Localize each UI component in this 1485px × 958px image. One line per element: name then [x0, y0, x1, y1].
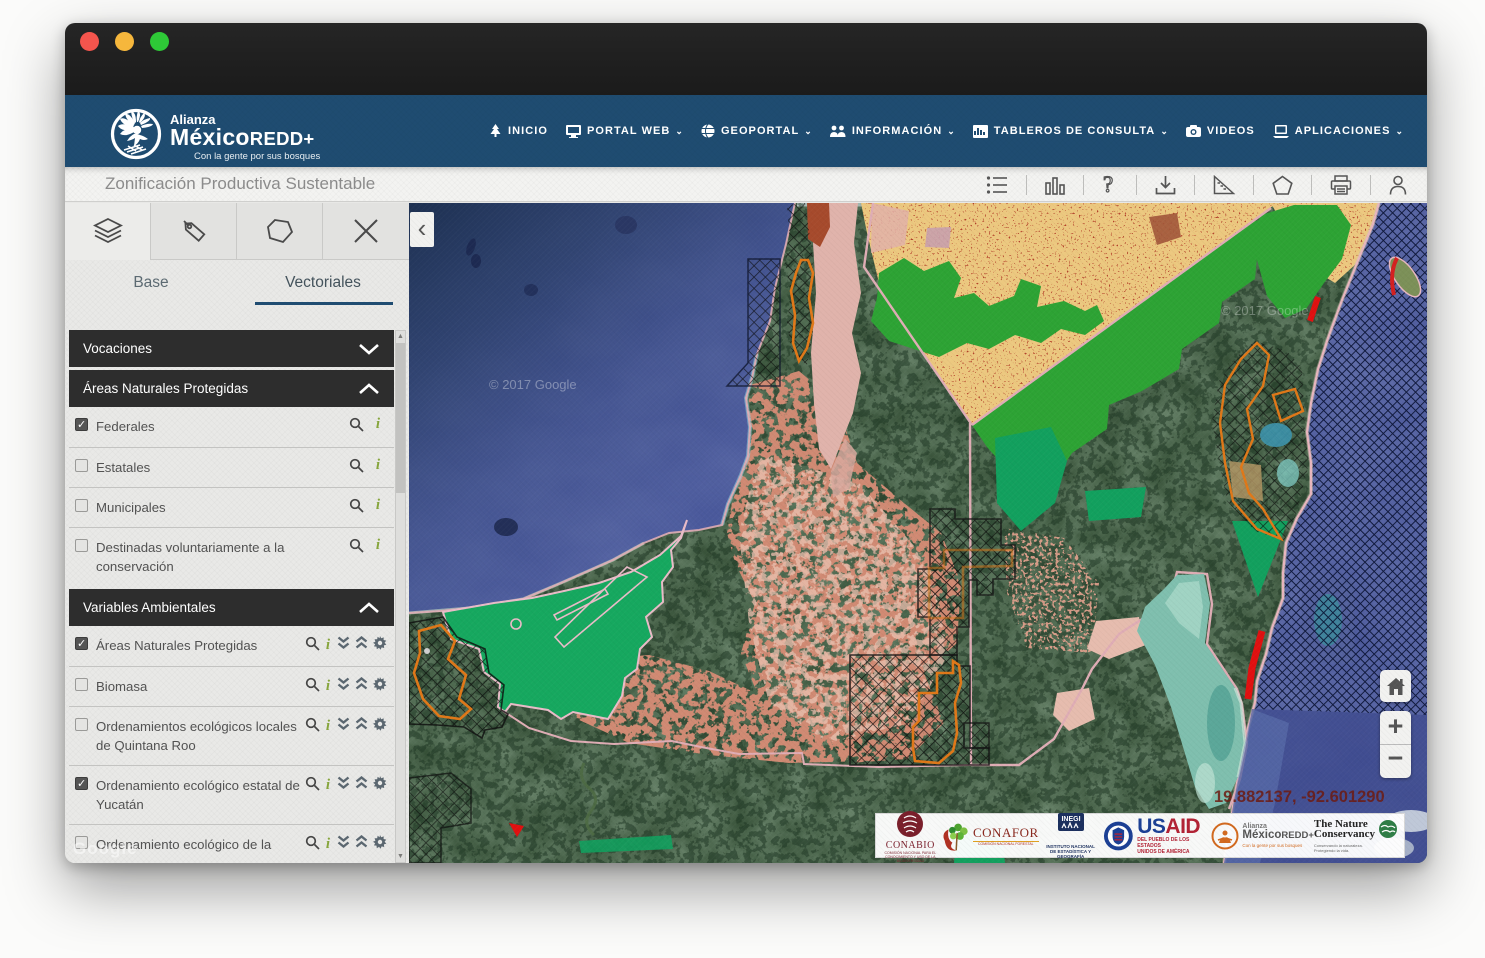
svg-text:INEGI: INEGI: [1061, 816, 1080, 823]
svg-text:?: ?: [1103, 174, 1113, 196]
svg-text:© 2017 Google: © 2017 Google: [1221, 303, 1309, 318]
svg-text:© 2017 Google: © 2017 Google: [489, 377, 577, 392]
